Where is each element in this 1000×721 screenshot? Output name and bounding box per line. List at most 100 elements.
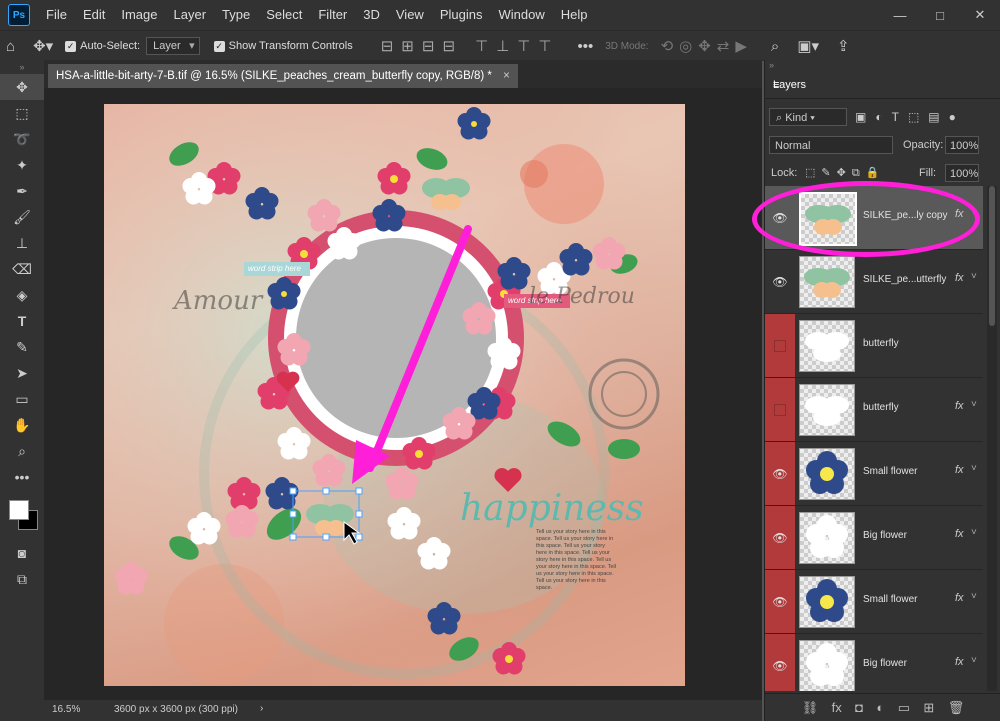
menu-type[interactable]: Type [214, 0, 258, 30]
expand-effects-icon[interactable]: ˅ [971, 591, 977, 602]
adjustment-layer-icon[interactable]: ◐ [876, 700, 884, 715]
foreground-color-swatch[interactable] [9, 500, 29, 520]
fx-icon[interactable]: fx [955, 400, 964, 412]
lasso-tool[interactable]: ➰ [0, 126, 44, 152]
visibility-toggle[interactable] [765, 378, 795, 441]
zoom-level[interactable]: 16.5% [52, 704, 80, 715]
collapse-icon[interactable]: » [0, 60, 44, 74]
move-tool-icon[interactable]: ✥▾ [27, 37, 59, 55]
paint-bucket-tool[interactable]: ◈ [0, 282, 44, 308]
clone-stamp-tool[interactable]: ⊥ [0, 230, 44, 256]
panel-collapse-icon[interactable]: » [769, 60, 774, 70]
new-group-icon[interactable]: ▭ [898, 700, 910, 716]
opacity-input[interactable]: 100% [945, 136, 979, 154]
layer-row[interactable]: 👁 Big flower fx ˅ [765, 634, 983, 691]
3d-mode-icons[interactable]: ⟲◎✥⇄▶ [655, 37, 759, 55]
expand-effects-icon[interactable]: ˅ [971, 271, 977, 282]
marquee-tool[interactable]: ⬚ [0, 100, 44, 126]
layer-name[interactable]: Big flower [863, 530, 907, 541]
layer-name[interactable]: Small flower [863, 466, 917, 477]
lock-icons[interactable]: ⬚✎✥⧉🔒 [805, 166, 885, 180]
eyedropper-tool[interactable]: ✒ [0, 178, 44, 204]
menu-file[interactable]: File [38, 0, 75, 30]
canvas-area[interactable]: word strip here word strip here Amour le… [44, 88, 762, 700]
scrollbar-thumb[interactable] [989, 186, 995, 326]
visibility-toggle[interactable]: 👁 [765, 186, 795, 249]
brush-tool[interactable]: 🖌 [0, 204, 44, 230]
minimize-button[interactable]: — [880, 0, 920, 30]
delete-layer-icon[interactable]: 🗑 [948, 700, 965, 716]
fx-icon[interactable]: fx [955, 592, 964, 604]
menu-view[interactable]: View [388, 0, 432, 30]
show-transform-checkbox[interactable]: ✓ Show Transform Controls [213, 40, 353, 52]
menu-help[interactable]: Help [553, 0, 596, 30]
close-tab-icon[interactable]: × [503, 64, 510, 88]
fill-input[interactable]: 100% [945, 164, 979, 182]
move-tool[interactable]: ✥ [0, 74, 44, 100]
home-icon[interactable]: ⌂ [0, 38, 21, 55]
menu-image[interactable]: Image [113, 0, 165, 30]
layer-name[interactable]: butterfly [863, 402, 899, 413]
menu-plugins[interactable]: Plugins [432, 0, 491, 30]
layer-name[interactable]: butterfly [863, 338, 899, 349]
visibility-toggle[interactable]: 👁 [765, 250, 795, 313]
fx-icon[interactable]: fx [955, 464, 964, 476]
add-mask-icon[interactable]: ◘ [855, 700, 863, 715]
workspace-icon[interactable]: ▣▾ [791, 37, 825, 55]
layers-scrollbar[interactable] [987, 186, 997, 691]
align-icons[interactable]: ⊟⊞⊟⊟ ⊤⊥⊤⊤ [375, 37, 566, 55]
layer-row[interactable]: 👁 Big flower fx ˅ [765, 506, 983, 570]
layer-name[interactable]: SILKE_pe...utterfly [863, 274, 946, 285]
expand-effects-icon[interactable]: ˅ [971, 207, 977, 218]
visibility-toggle[interactable]: 👁 [765, 506, 795, 569]
fx-icon[interactable]: fx [955, 208, 964, 220]
hand-tool[interactable]: ✋ [0, 412, 44, 438]
expand-effects-icon[interactable]: ˅ [971, 463, 977, 474]
magic-wand-tool[interactable]: ✦ [0, 152, 44, 178]
auto-select-dropdown[interactable]: Layer [146, 37, 200, 55]
layer-row[interactable]: butterfly fx ˅ [765, 378, 983, 442]
pen-tool[interactable]: ✎ [0, 334, 44, 360]
menu-3d[interactable]: 3D [355, 0, 388, 30]
fx-icon[interactable]: fx [955, 272, 964, 284]
artwork-canvas[interactable]: word strip here word strip here Amour le… [104, 104, 685, 686]
layer-name[interactable]: Small flower [863, 594, 917, 605]
rectangle-tool[interactable]: ▭ [0, 386, 44, 412]
expand-effects-icon[interactable]: ˅ [971, 655, 977, 666]
layer-row[interactable]: butterfly [765, 314, 983, 378]
menu-select[interactable]: Select [258, 0, 310, 30]
layer-row[interactable]: 👁 SILKE_pe...utterfly fx ˅ [765, 250, 983, 314]
link-layers-icon[interactable]: ⛓ [802, 700, 819, 716]
kind-filter-select[interactable]: ⌕ Kind ▾ [769, 108, 847, 126]
screen-mode-icon[interactable]: ⧉ [0, 566, 44, 592]
new-layer-icon[interactable]: ⊞ [923, 700, 934, 716]
menu-edit[interactable]: Edit [75, 0, 113, 30]
more-tools-icon[interactable]: ••• [0, 464, 44, 490]
fx-icon[interactable]: fx [955, 528, 964, 540]
menu-window[interactable]: Window [490, 0, 552, 30]
color-swatches[interactable] [0, 490, 44, 540]
layer-name[interactable]: SILKE_pe...ly copy [863, 210, 948, 221]
fx-icon[interactable]: fx [955, 656, 964, 668]
quick-mask-icon[interactable]: ◙ [0, 540, 44, 566]
search-icon[interactable]: ⌕ [765, 38, 785, 55]
expand-effects-icon[interactable]: ˅ [971, 527, 977, 538]
visibility-toggle[interactable] [765, 314, 795, 377]
more-options-icon[interactable]: ••• [571, 38, 599, 55]
visibility-toggle[interactable]: 👁 [765, 570, 795, 633]
visibility-toggle[interactable]: 👁 [765, 442, 795, 505]
menu-layer[interactable]: Layer [166, 0, 215, 30]
add-style-icon[interactable]: fx [832, 700, 842, 715]
filter-type-icons[interactable]: ▣ ◐ T ⬚ ▤ ● [855, 108, 956, 126]
maximize-button[interactable]: □ [920, 0, 960, 30]
blend-mode-select[interactable]: Normal [769, 136, 893, 154]
layer-row[interactable]: 👁 SILKE_pe...ly copy fx ˅ [765, 186, 983, 250]
close-button[interactable]: ✕ [960, 0, 1000, 30]
status-menu-arrow[interactable]: › [260, 703, 263, 714]
layer-row[interactable]: 👁 Small flower fx ˅ [765, 570, 983, 634]
eraser-tool[interactable]: ⌫ [0, 256, 44, 282]
layer-name[interactable]: Big flower [863, 658, 907, 669]
document-tab[interactable]: HSA-a-little-bit-arty-7-B.tif @ 16.5% (S… [48, 64, 518, 88]
menu-filter[interactable]: Filter [310, 0, 355, 30]
visibility-toggle[interactable]: 👁 [765, 634, 795, 691]
